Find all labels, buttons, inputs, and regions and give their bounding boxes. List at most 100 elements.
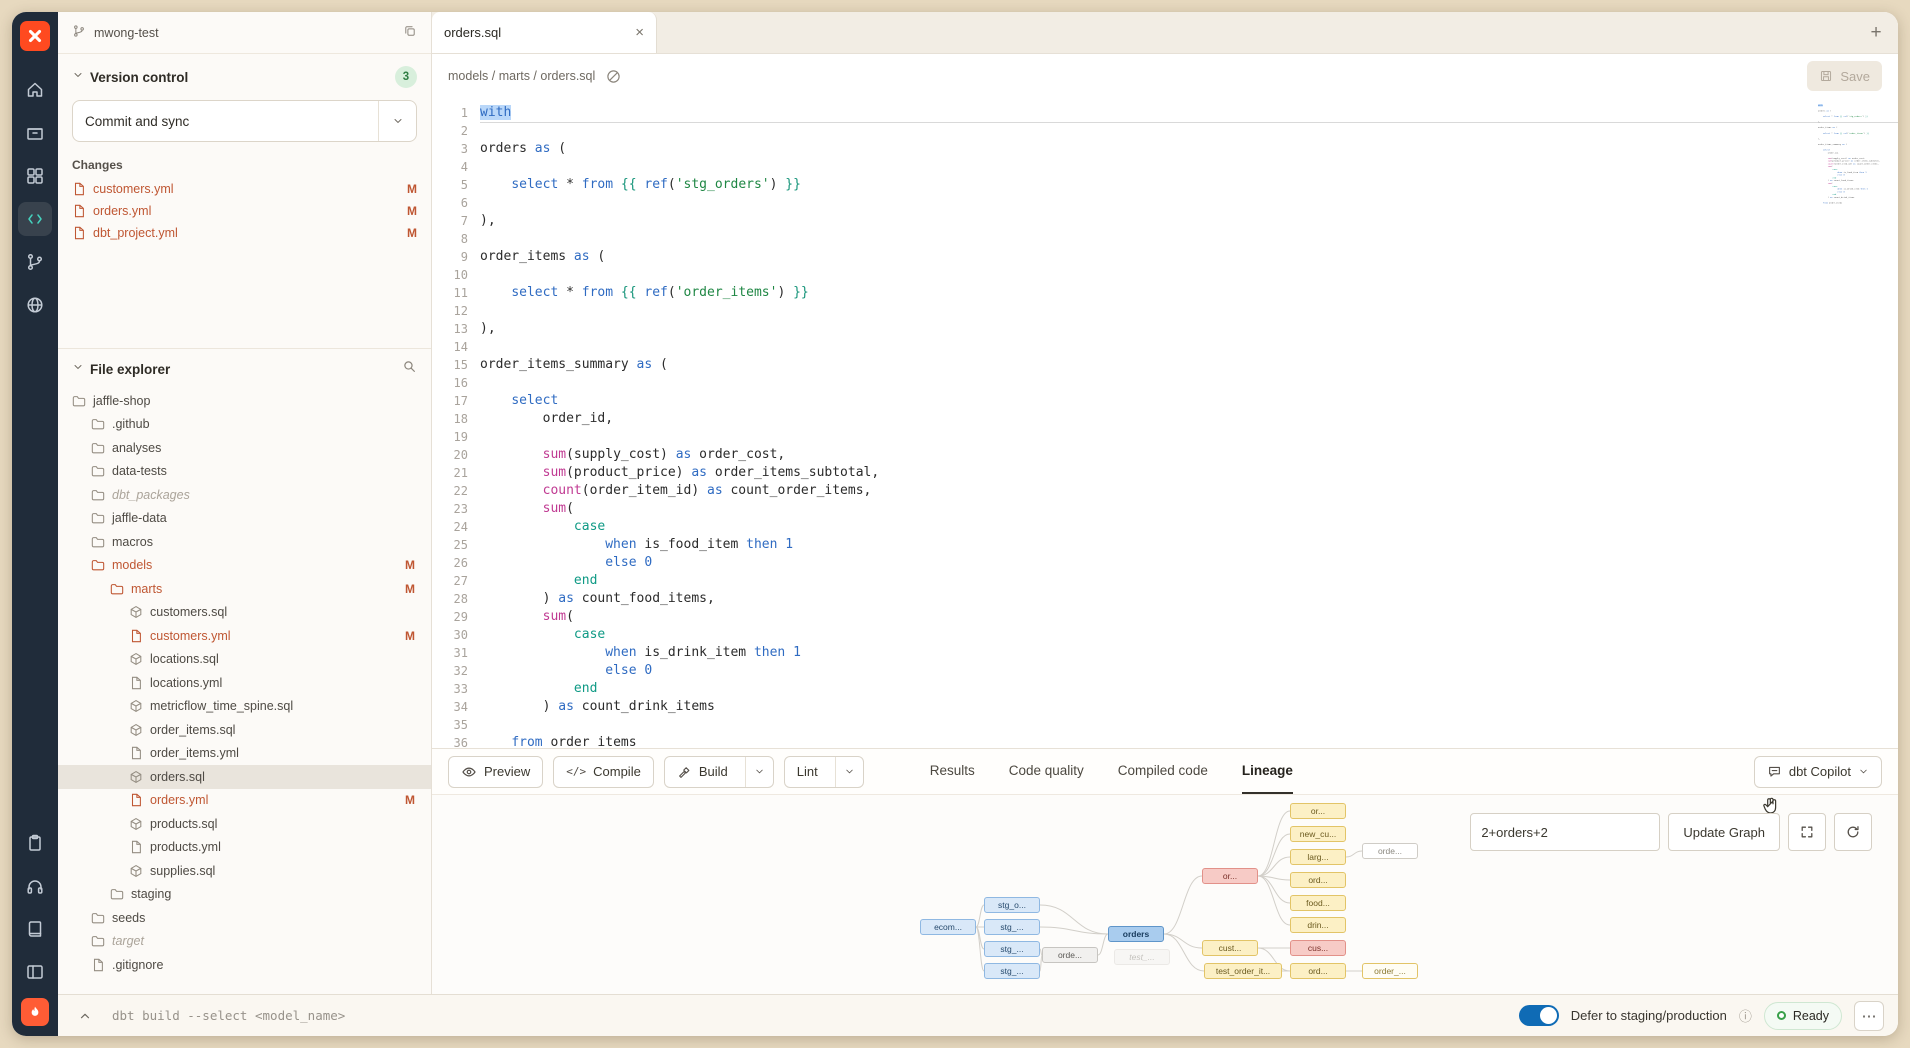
- tree-item-orders-yml[interactable]: orders.ymlM: [58, 789, 431, 813]
- lineage-node-stg2[interactable]: stg_...: [984, 919, 1040, 935]
- support-headset-icon[interactable]: [18, 869, 52, 903]
- lineage-node-col1[interactable]: or...: [1290, 803, 1346, 819]
- more-options-button[interactable]: ⋯: [1854, 1001, 1884, 1031]
- changed-file-customers-yml[interactable]: customers.ymlM: [72, 178, 417, 200]
- tree-item-locations-sql[interactable]: locations.sql: [58, 648, 431, 672]
- lineage-node-pink2[interactable]: cus...: [1290, 940, 1346, 956]
- tree-item-supplies-sql[interactable]: supplies.sql: [58, 859, 431, 883]
- tree-item-marts[interactable]: martsM: [58, 577, 431, 601]
- save-label: Save: [1840, 69, 1870, 84]
- tab-results[interactable]: Results: [930, 749, 975, 794]
- build-button[interactable]: Build: [664, 756, 774, 788]
- tab-orders-sql[interactable]: orders.sql ×: [432, 12, 657, 53]
- chevron-up-icon[interactable]: [72, 1003, 98, 1029]
- new-tab-icon[interactable]: +: [1854, 12, 1898, 53]
- lineage-node-pink1[interactable]: or...: [1202, 868, 1258, 884]
- info-icon[interactable]: ⓘ: [1739, 1006, 1752, 1025]
- lineage-node-orde1[interactable]: orde...: [1042, 947, 1098, 963]
- lineage-node-testf[interactable]: test_...: [1114, 949, 1170, 965]
- tree-item--gitignore[interactable]: .gitignore: [58, 953, 431, 977]
- tree-item-target[interactable]: target: [58, 930, 431, 954]
- git-branch-icon[interactable]: [18, 245, 52, 279]
- commit-and-sync-button[interactable]: Commit and sync: [72, 100, 417, 142]
- lineage-node-col2[interactable]: new_cu...: [1290, 826, 1346, 842]
- refresh-icon[interactable]: [1834, 813, 1872, 851]
- circle-slash-icon[interactable]: [605, 68, 622, 85]
- file-label: analyses: [112, 441, 161, 455]
- lineage-node-col3[interactable]: larg...: [1290, 849, 1346, 865]
- tree-item--github[interactable]: .github: [58, 413, 431, 437]
- lineage-node-stg1[interactable]: stg_o...: [984, 897, 1040, 913]
- preview-button[interactable]: Preview: [448, 756, 543, 788]
- defer-toggle[interactable]: [1519, 1005, 1559, 1026]
- fullscreen-icon[interactable]: [1788, 813, 1826, 851]
- tree-item-seeds[interactable]: seeds: [58, 906, 431, 930]
- changed-file-orders-yml[interactable]: orders.ymlM: [72, 200, 417, 222]
- changelog-icon[interactable]: [18, 826, 52, 860]
- commit-options-caret[interactable]: [378, 101, 416, 141]
- panel-layout-icon[interactable]: [18, 955, 52, 989]
- copy-icon[interactable]: [403, 24, 417, 41]
- save-button[interactable]: Save: [1807, 61, 1882, 91]
- home-icon[interactable]: [18, 73, 52, 107]
- deploy-jobs-icon[interactable]: [18, 116, 52, 150]
- code-editor[interactable]: 1234567891011121314151617181920212223242…: [432, 98, 1898, 748]
- tree-item-products-sql[interactable]: products.sql: [58, 812, 431, 836]
- update-graph-button[interactable]: Update Graph: [1668, 813, 1780, 851]
- develop-ide-icon[interactable]: [18, 202, 52, 236]
- dbt-logo-icon[interactable]: [20, 21, 50, 51]
- lint-options-caret[interactable]: [835, 757, 863, 787]
- tree-item-customers-sql[interactable]: customers.sql: [58, 601, 431, 625]
- chevron-down-icon[interactable]: [72, 68, 84, 86]
- tree-item-order-items-sql[interactable]: order_items.sql: [58, 718, 431, 742]
- tree-item-jaffle-data[interactable]: jaffle-data: [58, 507, 431, 531]
- tree-item-metricflow-time-spine-sql[interactable]: metricflow_time_spine.sql: [58, 695, 431, 719]
- tab-compiled-code[interactable]: Compiled code: [1118, 749, 1208, 794]
- tree-item-order-items-yml[interactable]: order_items.yml: [58, 742, 431, 766]
- search-icon[interactable]: [402, 359, 417, 379]
- changes-label: Changes: [72, 158, 417, 172]
- tree-item-analyses[interactable]: analyses: [58, 436, 431, 460]
- lineage-node-ord2[interactable]: ord...: [1290, 963, 1346, 979]
- lineage-node-testoi[interactable]: test_order_it...: [1204, 963, 1282, 979]
- dbt-copilot-button[interactable]: dbt Copilot: [1754, 756, 1882, 788]
- explore-globe-icon[interactable]: [18, 288, 52, 322]
- lint-button[interactable]: Lint: [784, 756, 864, 788]
- lineage-node-cust[interactable]: cust...: [1202, 940, 1258, 956]
- lineage-node-ghost1[interactable]: orde...: [1362, 843, 1418, 859]
- tree-item-customers-yml[interactable]: customers.ymlM: [58, 624, 431, 648]
- lineage-node-stg3[interactable]: stg_...: [984, 941, 1040, 957]
- tree-item-products-yml[interactable]: products.yml: [58, 836, 431, 860]
- chevron-down-icon[interactable]: [72, 360, 84, 378]
- lineage-selector-input[interactable]: [1470, 813, 1660, 851]
- tree-item-data-tests[interactable]: data-tests: [58, 460, 431, 484]
- compile-button[interactable]: </> Compile: [553, 756, 654, 788]
- tab-lineage[interactable]: Lineage: [1242, 749, 1293, 794]
- user-avatar[interactable]: [21, 998, 49, 1026]
- tree-item-orders-sql[interactable]: orders.sql: [58, 765, 431, 789]
- command-input[interactable]: dbt build --select <model_name>: [112, 1008, 345, 1023]
- lineage-node-stg4[interactable]: stg_...: [984, 963, 1040, 979]
- tree-item-macros[interactable]: macros: [58, 530, 431, 554]
- tab-code-quality[interactable]: Code quality: [1009, 749, 1084, 794]
- tree-item-models[interactable]: modelsM: [58, 554, 431, 578]
- lineage-panel[interactable]: ecom...stg_o...stg_...stg_...stg_...orde…: [432, 794, 1898, 994]
- build-options-caret[interactable]: [745, 757, 773, 787]
- lineage-node-col4[interactable]: ord...: [1290, 872, 1346, 888]
- lineage-node-col6[interactable]: drin...: [1290, 917, 1346, 933]
- code-content[interactable]: with orders as ( select * from {{ ref('s…: [480, 98, 1898, 748]
- docs-book-icon[interactable]: [18, 912, 52, 946]
- changed-file-dbt-project-yml[interactable]: dbt_project.ymlM: [72, 222, 417, 244]
- lineage-node-ghost2[interactable]: order_...: [1362, 963, 1418, 979]
- tree-item-dbt-packages[interactable]: dbt_packages: [58, 483, 431, 507]
- lineage-node-orders[interactable]: orders: [1108, 926, 1164, 942]
- apps-grid-icon[interactable]: [18, 159, 52, 193]
- file-icon: [91, 958, 105, 972]
- changed-file-name: dbt_project.yml: [93, 226, 178, 240]
- lineage-node-col5[interactable]: food...: [1290, 895, 1346, 911]
- tree-item-locations-yml[interactable]: locations.yml: [58, 671, 431, 695]
- lineage-node-ecom[interactable]: ecom...: [920, 919, 976, 935]
- tree-item-staging[interactable]: staging: [58, 883, 431, 907]
- tree-item-jaffle-shop[interactable]: jaffle-shop: [58, 389, 431, 413]
- close-tab-icon[interactable]: ×: [635, 24, 644, 41]
